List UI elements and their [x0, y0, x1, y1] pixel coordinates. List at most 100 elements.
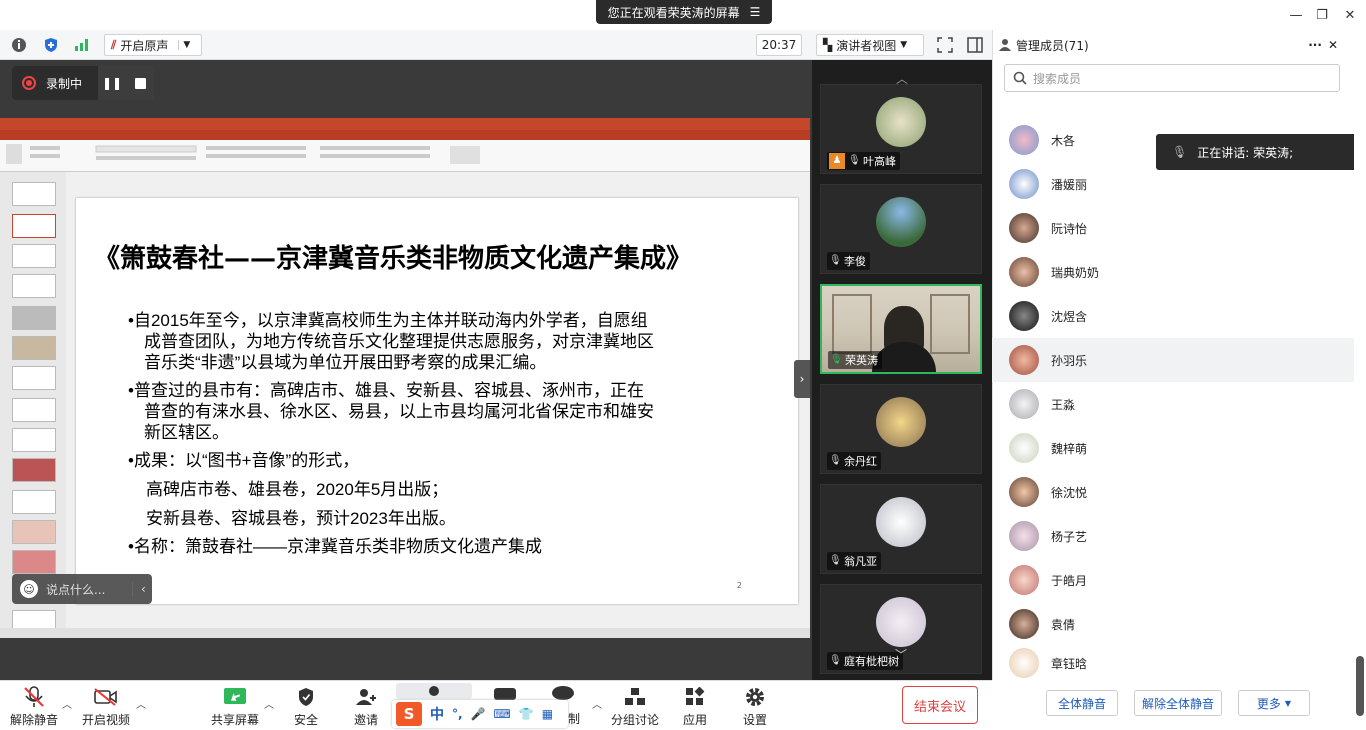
member-name: 杨子艺 — [1051, 529, 1088, 544]
video-tile[interactable]: 🎙 庭有枇杷树 ﹀ — [820, 584, 982, 674]
slide-thumbnail[interactable] — [12, 366, 56, 390]
keyboard-icon[interactable]: ⌨ — [494, 707, 511, 721]
slide-thumbnail[interactable] — [12, 214, 56, 238]
slide-thumbnail[interactable] — [12, 398, 56, 422]
panel-scrollbar-thumb[interactable] — [1356, 656, 1364, 716]
member-item[interactable]: 袁倩 — [992, 602, 1358, 646]
slide-title: 《箫鼓春社——京津冀音乐类非物质文化遗产集成》 — [94, 244, 693, 274]
video-tile[interactable]: 🎙 翁凡亚 — [820, 484, 982, 574]
video-name-tag: 🎙 余丹红 — [827, 452, 881, 470]
member-item[interactable]: 于皓月 — [992, 558, 1358, 602]
member-item[interactable]: 瑞典奶奶 — [992, 250, 1358, 294]
slide-thumbnail[interactable] — [12, 274, 56, 298]
pause-icon[interactable]: ❚❚ — [98, 66, 127, 100]
slide-thumbnail[interactable] — [12, 458, 56, 482]
chevron-left-icon[interactable]: ‹ — [132, 582, 146, 596]
video-tile-active-speaker[interactable]: 🎙 荣英涛 — [820, 284, 982, 374]
panel-scrollbar[interactable] — [1354, 30, 1366, 680]
recording-label: 录制中 — [46, 76, 83, 91]
view-selector[interactable]: ▚ 演讲者视图 ▼ — [816, 34, 924, 56]
video-name: 荣英涛 — [845, 354, 878, 367]
minimize-icon[interactable]: — — [1284, 4, 1308, 26]
record-icon[interactable] — [552, 686, 574, 700]
chevron-up-icon[interactable]: ︿ — [62, 696, 72, 711]
chat-input[interactable]: ☺ 说点什么... ‹ — [12, 574, 152, 604]
apps-button[interactable]: 应用 — [678, 684, 712, 728]
stop-icon[interactable] — [126, 66, 155, 100]
shield-icon[interactable] — [42, 36, 60, 54]
input-method-bar[interactable]: S 中 °, 🎤 ⌨ 👕 ▦ — [392, 700, 568, 728]
members-button[interactable] — [396, 683, 472, 699]
slide-thumbnail[interactable] — [12, 520, 56, 544]
more-button[interactable]: 更多 ▼ — [1238, 690, 1310, 716]
start-video-button[interactable]: 开启视频 — [80, 684, 132, 728]
slide-thumbnail[interactable] — [12, 550, 56, 574]
breakout-button[interactable]: 分组讨论 — [610, 684, 660, 728]
restore-icon[interactable]: ❐ — [1310, 4, 1334, 26]
member-item[interactable]: 杨子艺 — [992, 514, 1358, 558]
apps-grid-icon — [683, 686, 707, 708]
member-item[interactable]: 阮诗怡 — [992, 206, 1358, 250]
original-sound-button[interactable]: ⫽ 开启原声 ▼ — [104, 34, 202, 56]
slide-thumbnail[interactable] — [12, 306, 56, 330]
member-item[interactable]: 沈煜含 — [992, 294, 1358, 338]
close-window-icon[interactable]: ✕ — [1338, 4, 1362, 26]
skin-icon[interactable]: 👕 — [519, 707, 534, 721]
close-panel-icon[interactable]: ✕ — [1328, 38, 1338, 52]
invite-button[interactable]: 邀请 — [346, 684, 386, 728]
voice-input-icon[interactable]: 🎤 — [471, 707, 486, 721]
bullet-line: •成果：以“图书+音像”的形式， — [128, 451, 360, 470]
member-item[interactable]: 王淼 — [992, 382, 1358, 426]
slide-thumbnail[interactable] — [12, 336, 56, 360]
mic-muted-icon — [22, 686, 46, 708]
settings-button[interactable]: 设置 — [738, 684, 772, 728]
slide-bullet: •普查过的县市有：高碑店市、雄县、安新县、容城县、涿州市，正在 普查的有涞水县、… — [128, 380, 654, 443]
video-tile[interactable]: 🎙 余丹红 — [820, 384, 982, 474]
punctuation-icon[interactable]: °, — [452, 707, 463, 721]
signal-icon[interactable] — [72, 36, 90, 54]
meeting-window: 您正在观看荣英涛的屏幕 ☰ — ❐ ✕ ⫽ 开启原声 ▼ 20:37 ▚ 演讲者… — [0, 0, 1366, 730]
unmute-all-button[interactable]: 解除全体静音 — [1134, 690, 1222, 716]
member-name: 徐沈悦 — [1051, 485, 1088, 500]
more-options-icon[interactable]: ··· — [1308, 38, 1322, 52]
security-button[interactable]: 安全 — [286, 684, 326, 728]
fullscreen-icon[interactable] — [936, 36, 954, 54]
video-tile[interactable]: 🎙 李俊 — [820, 184, 982, 274]
sidebar-toggle-icon[interactable] — [966, 36, 984, 54]
chat-icon[interactable] — [494, 688, 516, 700]
info-icon[interactable] — [10, 36, 28, 54]
member-item[interactable]: 章钰晗 — [992, 646, 1358, 680]
slide-thumbnail[interactable] — [12, 182, 56, 206]
mic-muted-icon: 🎙 — [829, 455, 842, 466]
viewing-banner[interactable]: 您正在观看荣英涛的屏幕 ☰ — [596, 0, 772, 24]
menu-icon[interactable]: ☰ — [750, 5, 761, 19]
member-search-input[interactable]: 搜索成员 — [1004, 64, 1340, 92]
chevron-down-icon[interactable]: ﹀ — [895, 646, 907, 663]
chevron-up-icon[interactable]: ︿ — [592, 696, 602, 711]
avatar — [1009, 565, 1039, 595]
chevron-right-icon[interactable]: › — [794, 360, 810, 398]
video-tile[interactable]: ♟ 🎙 叶高峰 — [820, 84, 982, 174]
slide-thumbnail[interactable] — [12, 490, 56, 514]
slide-thumbnails[interactable] — [0, 172, 66, 634]
unmute-button[interactable]: 解除静音 — [8, 684, 60, 728]
member-name: 王淼 — [1051, 397, 1076, 412]
avatar — [1009, 345, 1039, 375]
share-screen-button[interactable]: 共享屏幕 — [208, 684, 262, 728]
breakout-icon — [623, 686, 647, 708]
toolbox-icon[interactable]: ▦ — [542, 707, 553, 721]
member-item-selected[interactable]: 孙羽乐 — [992, 338, 1358, 382]
unmute-all-label: 解除全体静音 — [1141, 696, 1214, 711]
mute-all-button[interactable]: 全体静音 — [1046, 690, 1118, 716]
chevron-down-icon[interactable]: ▼ — [178, 40, 190, 50]
member-item[interactable]: 徐沈悦 — [992, 470, 1358, 514]
breakout-label: 分组讨论 — [610, 713, 659, 727]
slide-thumbnail[interactable] — [12, 428, 56, 452]
emoji-icon[interactable]: ☺ — [20, 580, 38, 598]
slide-thumbnail[interactable] — [12, 244, 56, 268]
end-meeting-button[interactable]: 结束会议 — [902, 686, 978, 724]
chevron-up-icon[interactable]: ︿ — [264, 696, 274, 711]
member-item[interactable]: 魏梓萌 — [992, 426, 1358, 470]
chevron-up-icon[interactable]: ︿ — [136, 696, 146, 711]
ime-language[interactable]: 中 — [430, 704, 444, 724]
